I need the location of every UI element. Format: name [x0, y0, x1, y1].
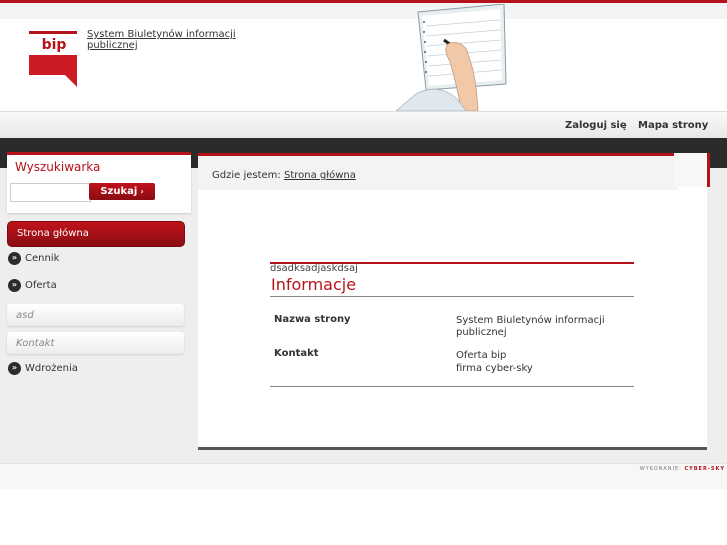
- divider: [270, 386, 634, 387]
- page-title: Informacje: [271, 275, 357, 294]
- double-chevron-icon: »: [8, 279, 21, 292]
- hero-notebook-illustration: [396, 4, 507, 111]
- submenu-item-asd[interactable]: asd: [7, 304, 184, 326]
- credits-name: CYBER-SKY: [684, 466, 725, 472]
- header: [0, 3, 727, 111]
- info-value-site-name: System Biuletynów informacji publicznej: [456, 315, 605, 338]
- double-chevron-icon: »: [8, 362, 21, 375]
- search-panel: Wyszukiwarka Szukaj ›: [7, 152, 191, 213]
- breadcrumb-home-link[interactable]: Strona główna: [284, 170, 356, 181]
- credits[interactable]: WYKONANIE: CYBER-SKY: [640, 466, 725, 472]
- header-band: [0, 3, 727, 19]
- menu-item-home[interactable]: Strona główna: [7, 221, 185, 247]
- chevron-right-icon: ›: [140, 187, 144, 196]
- login-link[interactable]: Zaloguj się: [565, 120, 627, 131]
- breadcrumb: Gdzie jestem: Strona główna: [198, 153, 678, 190]
- submenu-item-kontakt[interactable]: Kontakt: [7, 332, 184, 354]
- divider: [270, 296, 634, 297]
- info-label-site-name: Nazwa strony: [274, 314, 351, 325]
- menu-item-label: Cennik: [25, 253, 60, 264]
- double-chevron-icon: »: [8, 252, 21, 265]
- menu-item-home-label: Strona główna: [17, 228, 89, 239]
- breadcrumb-text: Gdzie jestem: Strona główna: [212, 170, 356, 181]
- content-panel: Gdzie jestem: Strona główna dsadksadjask…: [198, 153, 710, 450]
- submenu-item-label: Kontakt: [16, 338, 55, 349]
- breadcrumb-tab-edge: [674, 153, 710, 187]
- site-title-link[interactable]: System Biuletynów informacji publicznej: [87, 29, 237, 51]
- search-input[interactable]: [10, 183, 91, 202]
- bip-logo[interactable]: bip: [29, 31, 77, 87]
- info-value-contact-line1: Oferta bip: [456, 350, 507, 361]
- submenu-item-label: asd: [16, 310, 34, 321]
- info-label-contact: Kontakt: [274, 348, 319, 359]
- info-value-contact-line2: firma cyber-sky: [456, 363, 533, 374]
- credits-prefix: WYKONANIE:: [639, 466, 682, 472]
- breadcrumb-prefix: Gdzie jestem:: [212, 170, 281, 181]
- search-title: Wyszukiwarka: [15, 160, 101, 174]
- menu-item-label: Oferta: [25, 280, 57, 291]
- logo-text: bip: [42, 37, 67, 53]
- top-navbar: Zaloguj się Mapa strony: [0, 111, 727, 139]
- content-subtitle: dsadksadjaskdsaj: [270, 263, 358, 274]
- menu-item-label: Wdrożenia: [25, 363, 78, 374]
- footer: WYKONANIE: CYBER-SKY: [0, 463, 727, 489]
- search-button-label: Szukaj: [100, 186, 138, 197]
- search-button[interactable]: Szukaj ›: [89, 183, 155, 200]
- sitemap-link[interactable]: Mapa strony: [638, 120, 708, 131]
